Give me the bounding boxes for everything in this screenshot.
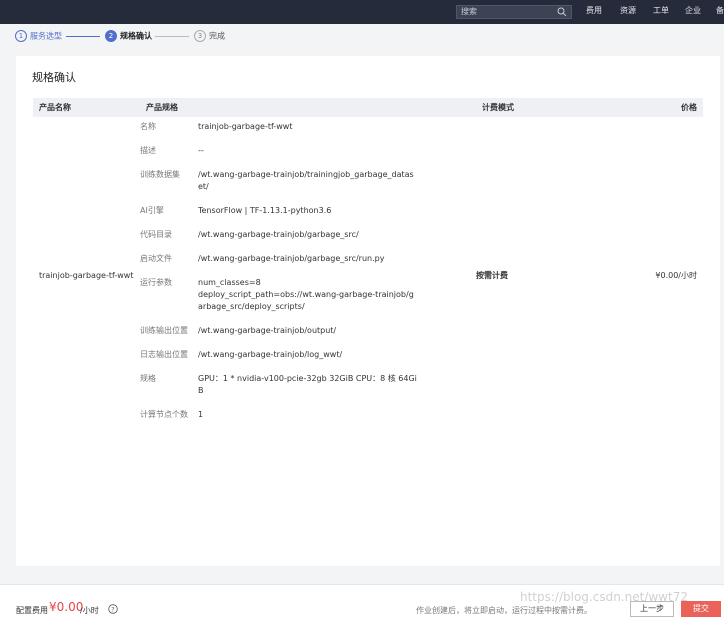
spec-row: 运行参数 num_classes=8 deploy_script_path=obs… bbox=[140, 277, 476, 313]
billing-note: 作业创建后，将立即启动，运行过程中按需计费。 bbox=[416, 606, 592, 615]
step-service-selection[interactable]: 1 服务选型 bbox=[15, 30, 62, 42]
spec-key: 日志输出位置 bbox=[140, 350, 188, 359]
spec-value: /wt.wang-garbage-trainjob/garbage_src/ bbox=[198, 230, 359, 239]
step-complete: 3 完成 bbox=[194, 30, 225, 42]
spec-row: 计算节点个数 1 bbox=[140, 409, 476, 421]
search-input[interactable]: 搜索 bbox=[456, 5, 572, 19]
spec-key: 描述 bbox=[140, 146, 156, 155]
step-connector bbox=[66, 36, 100, 37]
nav-resources[interactable]: 资源 bbox=[620, 0, 636, 24]
spec-key: 启动文件 bbox=[140, 254, 172, 263]
spec-row: 名称 trainjob-garbage-tf-wwt bbox=[140, 121, 476, 133]
nav-more[interactable]: 备 bbox=[716, 0, 724, 24]
spec-value: num_classes=8 deploy_script_path=obs://w… bbox=[198, 278, 414, 311]
spec-list: 名称 trainjob-garbage-tf-wwt 描述 -- 训练数据集/wt.wa… bbox=[140, 117, 476, 421]
fee-amount: ¥0.00 bbox=[49, 600, 84, 614]
spec-confirm-panel: 规格确认 产品名称 产品规格 计费模式 价格 trainjob-garbage-… bbox=[16, 56, 720, 566]
nav-tickets[interactable]: 工单 bbox=[653, 0, 669, 24]
wizard-steps: 1 服务选型 2 规格确认 3 完成 bbox=[0, 24, 724, 48]
spec-table: 产品名称 产品规格 计费模式 价格 trainjob-garbage-tf-ww… bbox=[33, 98, 703, 433]
spec-row: 日志输出位置/wt.wang-garbage-trainjob/log_wwt/ bbox=[140, 349, 476, 361]
step-number: 2 bbox=[105, 30, 117, 42]
table-header-row: 产品名称 产品规格 计费模式 价格 bbox=[33, 98, 703, 117]
spec-row: AI引擎 TensorFlow | TF-1.13.1-python3.6 bbox=[140, 205, 476, 217]
step-number: 1 bbox=[15, 30, 27, 42]
footer-bar: 配置费用 ¥0.00 /小时 ? 作业创建后，将立即启动，运行过程中按需计费。 … bbox=[0, 584, 724, 620]
spec-value: TensorFlow | TF-1.13.1-python3.6 bbox=[198, 206, 332, 215]
spec-key: 代码目录 bbox=[140, 230, 172, 239]
spec-key: 训练输出位置 bbox=[140, 326, 188, 335]
spec-value: /wt.wang-garbage-trainjob/trainingjob_ga… bbox=[198, 170, 414, 191]
header-product-name: 产品名称 bbox=[33, 98, 140, 117]
table-row: trainjob-garbage-tf-wwt 名称 trainjob-garba… bbox=[33, 117, 703, 433]
help-icon[interactable]: ? bbox=[108, 604, 118, 614]
nav-enterprise[interactable]: 企业 bbox=[685, 0, 701, 24]
billing-mode: 按需计费 bbox=[476, 270, 508, 280]
spec-key: 规格 bbox=[140, 374, 156, 383]
step-spec-confirm: 2 规格确认 bbox=[105, 30, 152, 42]
product-spec-cell: 名称 trainjob-garbage-tf-wwt 描述 -- 训练数据集/wt.wa… bbox=[140, 117, 476, 433]
spec-row: 规格 GPU：1 * nvidia-v100-pcie-32gb 32GiB CP… bbox=[140, 373, 476, 397]
step-label: 规格确认 bbox=[120, 31, 152, 41]
search-icon[interactable] bbox=[557, 7, 567, 17]
spec-key: 运行参数 bbox=[140, 278, 172, 287]
submit-button[interactable]: 提交 bbox=[681, 601, 721, 617]
previous-step-button[interactable]: 上一步 bbox=[630, 601, 674, 617]
step-label: 服务选型 bbox=[30, 31, 62, 41]
spec-value: /wt.wang-garbage-trainjob/log_wwt/ bbox=[198, 350, 343, 359]
header-billing-mode: 计费模式 bbox=[476, 98, 601, 117]
spec-row: 训练输出位置/wt.wang-garbage-trainjob/output/ bbox=[140, 325, 476, 337]
spec-key: 训练数据集 bbox=[140, 170, 180, 179]
spec-key: AI引擎 bbox=[140, 206, 164, 215]
header-price: 价格 bbox=[601, 98, 703, 117]
spec-row: 代码目录/wt.wang-garbage-trainjob/garbage_sr… bbox=[140, 229, 476, 241]
spec-value: /wt.wang-garbage-trainjob/garbage_src/ru… bbox=[198, 254, 385, 263]
spec-row: 描述 -- bbox=[140, 145, 476, 157]
spec-value: -- bbox=[198, 146, 204, 155]
panel-title: 规格确认 bbox=[32, 71, 76, 84]
spec-value: 1 bbox=[198, 410, 204, 419]
product-name: trainjob-garbage-tf-wwt bbox=[39, 270, 134, 280]
spec-value: trainjob-garbage-tf-wwt bbox=[198, 122, 293, 131]
header-product-spec: 产品规格 bbox=[140, 98, 476, 117]
step-label: 完成 bbox=[209, 31, 225, 41]
top-navigation-bar: 搜索 费用 资源 工单 企业 备 bbox=[0, 0, 724, 24]
svg-text:?: ? bbox=[111, 605, 114, 613]
spec-key: 计算节点个数 bbox=[140, 410, 188, 419]
fee-unit: /小时 bbox=[80, 606, 99, 615]
search-placeholder: 搜索 bbox=[461, 7, 477, 16]
spec-value: /wt.wang-garbage-trainjob/output/ bbox=[198, 326, 337, 335]
spec-row: 启动文件/wt.wang-garbage-trainjob/garbage_sr… bbox=[140, 253, 476, 265]
spec-value: GPU：1 * nvidia-v100-pcie-32gb 32GiB CPU：… bbox=[198, 374, 417, 395]
spec-row: 训练数据集/wt.wang-garbage-trainjob/trainingj… bbox=[140, 169, 476, 193]
step-number: 3 bbox=[194, 30, 206, 42]
price-value: ¥0.00/小时 bbox=[655, 270, 697, 280]
fee-label: 配置费用 bbox=[16, 606, 48, 615]
nav-fees[interactable]: 费用 bbox=[586, 0, 602, 24]
step-connector bbox=[155, 36, 189, 37]
spec-key: 名称 bbox=[140, 122, 156, 131]
